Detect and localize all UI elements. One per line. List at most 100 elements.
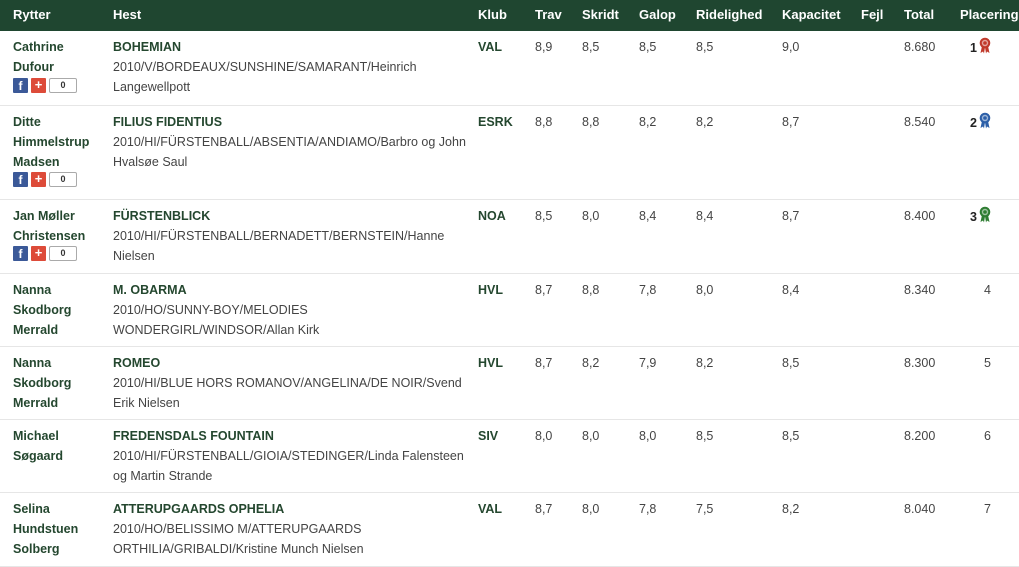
placering-cell: 6 (960, 419, 1019, 493)
horse-cell: FREDENSDALS FOUNTAIN 2010/HI/FÜRSTENBALL/… (113, 419, 478, 493)
rider-name[interactable]: Cathrine (13, 37, 113, 57)
galop-cell: 7,8 (639, 492, 696, 567)
horse-info: 2010/HO/SUNNY-BOY/MELODIES WONDERGIRL/WI… (113, 302, 320, 337)
placering-number: 3 (970, 209, 977, 224)
col-galop[interactable]: Galop (639, 0, 696, 31)
google-plus-icon[interactable]: + (31, 172, 46, 187)
col-kapacitet[interactable]: Kapacitet (782, 0, 861, 31)
fejl-cell (861, 492, 904, 567)
rider-cell: Nanna Skodborg Merrald (0, 273, 113, 347)
kapacitet-cell: 8,5 (782, 419, 861, 493)
share-buttons: f +0 (13, 246, 113, 262)
club-cell: SIV (478, 419, 535, 493)
horse-name[interactable]: FREDENSDALS FOUNTAIN (113, 426, 478, 446)
horse-name[interactable]: FÜRSTENBLICK (113, 206, 478, 226)
rider-name[interactable]: Hundstuen (13, 519, 113, 539)
galop-cell: 8,5 (639, 31, 696, 106)
col-trav[interactable]: Trav (535, 0, 582, 31)
col-placering[interactable]: Placering (960, 0, 1019, 31)
rider-name[interactable]: Christensen (13, 226, 113, 246)
google-plus-icon[interactable]: + (31, 246, 46, 261)
total-cell: 8.680 (904, 31, 960, 106)
club-cell: HVL (478, 346, 535, 420)
total-cell: 8.540 (904, 105, 960, 200)
horse-info: 2010/HI/FÜRSTENBALL/GIOIA/STEDINGER/Lind… (113, 448, 464, 483)
results-table: Rytter Hest Klub Trav Skridt Galop Ridel… (0, 0, 1019, 567)
facebook-icon[interactable]: f (13, 246, 28, 261)
rider-name[interactable]: Himmelstrup (13, 132, 113, 152)
skridt-cell: 8,8 (582, 273, 639, 347)
col-hest[interactable]: Hest (113, 0, 478, 31)
club-cell: HVL (478, 273, 535, 347)
placering-cell: 5 (960, 346, 1019, 420)
fejl-cell (861, 273, 904, 347)
facebook-icon[interactable]: f (13, 172, 28, 187)
col-ridelighed[interactable]: Ridelighed (696, 0, 782, 31)
rider-name[interactable]: Michael (13, 426, 113, 446)
google-plus-icon[interactable]: + (31, 77, 46, 93)
col-skridt[interactable]: Skridt (582, 0, 639, 31)
share-count: 0 (49, 77, 77, 93)
facebook-icon[interactable]: f (13, 77, 28, 93)
rider-name[interactable]: Skodborg (13, 373, 113, 393)
rider-name[interactable]: Nanna (13, 353, 113, 373)
skridt-cell: 8,0 (582, 199, 639, 274)
rider-name[interactable]: Dufour (13, 57, 113, 77)
rider-cell: Michael Søgaard (0, 419, 113, 493)
club-cell: ESRK (478, 105, 535, 200)
rider-name[interactable]: Søgaard (13, 446, 113, 466)
trav-cell: 8,7 (535, 346, 582, 420)
rider-name[interactable]: Selina (13, 499, 113, 519)
galop-cell: 8,2 (639, 105, 696, 200)
table-row: Nanna Skodborg Merrald ROMEO 2010/HI/BLUE HO… (0, 346, 1019, 420)
fejl-cell (861, 31, 904, 106)
ridelighed-cell: 8,5 (696, 419, 782, 493)
placering-cell: 1 (960, 31, 1019, 106)
placering-number: 4 (984, 282, 991, 297)
rider-name[interactable]: Skodborg (13, 300, 113, 320)
rider-name[interactable]: Solberg (13, 539, 113, 559)
club-cell: VAL (478, 31, 535, 106)
rider-name[interactable]: Ditte (13, 112, 113, 132)
horse-name[interactable]: M. OBARMA (113, 280, 478, 300)
rider-name[interactable]: Merrald (13, 320, 113, 340)
horse-info: 2010/V/BORDEAUX/SUNSHINE/SAMARANT/Heinri… (113, 60, 417, 94)
horse-name[interactable]: BOHEMIAN (113, 37, 478, 57)
placering-number: 6 (984, 428, 991, 443)
club-cell: NOA (478, 199, 535, 274)
placering-cell: 7 (960, 492, 1019, 567)
rider-name[interactable]: Jan Møller (13, 206, 113, 226)
skridt-cell: 8,2 (582, 346, 639, 420)
fejl-cell (861, 346, 904, 420)
horse-name[interactable]: ROMEO (113, 353, 478, 373)
rider-name[interactable]: Madsen (13, 152, 113, 172)
ridelighed-cell: 8,4 (696, 199, 782, 274)
total-cell: 8.340 (904, 273, 960, 347)
placering-number: 2 (970, 115, 977, 130)
trav-cell: 8,9 (535, 31, 582, 106)
col-total[interactable]: Total (904, 0, 960, 31)
skridt-cell: 8,0 (582, 419, 639, 493)
col-klub[interactable]: Klub (478, 0, 535, 31)
kapacitet-cell: 8,5 (782, 346, 861, 420)
table-row: Selina Hundstuen Solberg ATTERUPGAARDS OPHE… (0, 492, 1019, 567)
horse-name[interactable]: FILIUS FIDENTIUS (113, 112, 478, 132)
skridt-cell: 8,0 (582, 492, 639, 567)
ridelighed-cell: 8,0 (696, 273, 782, 347)
kapacitet-cell: 8,7 (782, 105, 861, 200)
rider-cell: Selina Hundstuen Solberg (0, 492, 113, 567)
col-rytter[interactable]: Rytter (0, 0, 113, 31)
rider-cell: Ditte Himmelstrup Madsen f +0 (0, 105, 113, 200)
galop-cell: 8,4 (639, 199, 696, 274)
skridt-cell: 8,5 (582, 31, 639, 106)
horse-info: 2010/HO/BELISSIMO M/ATTERUPGAARDS ORTHIL… (113, 521, 364, 556)
rider-name[interactable]: Nanna (13, 280, 113, 300)
col-fejl[interactable]: Fejl (861, 0, 904, 31)
green-rosette-icon (979, 206, 991, 229)
rider-name[interactable]: Merrald (13, 393, 113, 413)
placering-number: 5 (984, 355, 991, 370)
ridelighed-cell: 8,5 (696, 31, 782, 106)
horse-name[interactable]: ATTERUPGAARDS OPHELIA (113, 499, 478, 519)
total-cell: 8.040 (904, 492, 960, 567)
horse-cell: ROMEO 2010/HI/BLUE HORS ROMANOV/ANGELINA/… (113, 346, 478, 420)
